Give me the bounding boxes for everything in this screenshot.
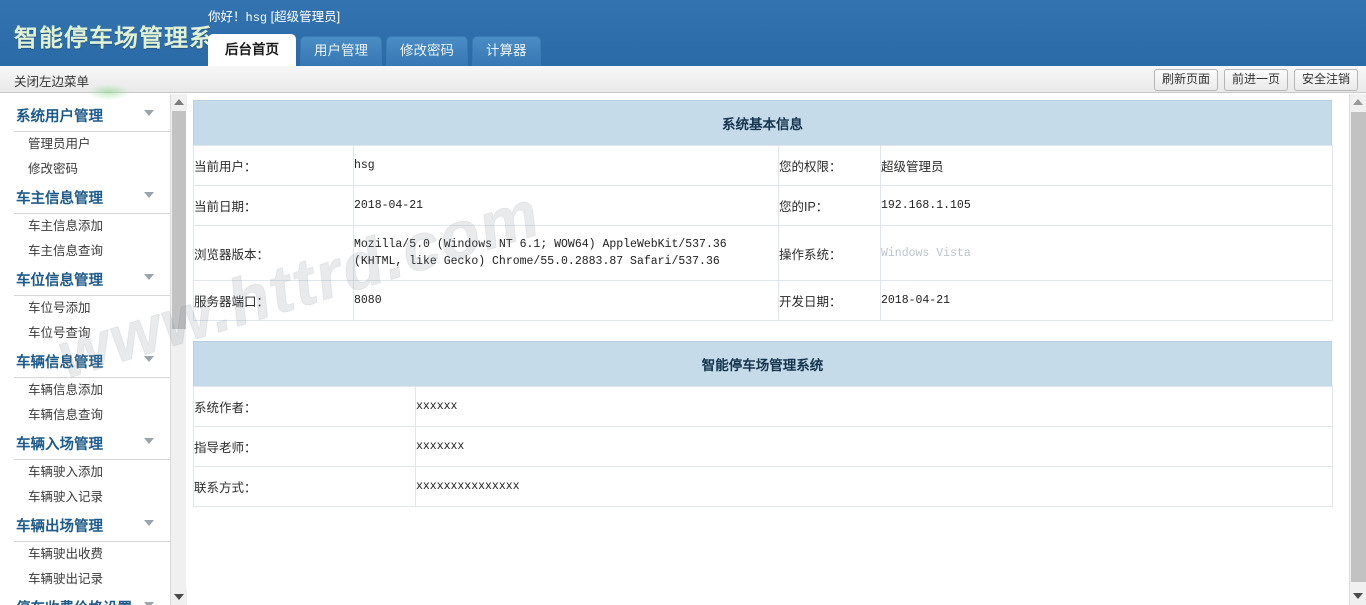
table-row: 当前用户： hsg 您的权限： 超级管理员 xyxy=(193,145,1333,186)
sidebar-item-change-password[interactable]: 修改密码 xyxy=(0,157,186,182)
toggle-sidebar-link[interactable]: 关闭左边菜单 xyxy=(14,71,89,90)
chevron-down-icon xyxy=(144,274,154,280)
app-header: 智能停车场管理系 你好！hsg [超级管理员] 后台首页 用户管理 修改密码 计… xyxy=(0,0,1366,66)
row-label: 系统作者： xyxy=(193,386,416,427)
table-row: 浏览器版本： Mozilla/5.0 (Windows NT 6.1; WOW6… xyxy=(193,225,1333,281)
sidebar-item-exit-record[interactable]: 车辆驶出记录 xyxy=(0,567,186,592)
row-value: 8080 xyxy=(354,294,382,307)
page-scroll-up-arrow[interactable] xyxy=(1350,94,1366,111)
page-scroll-thumb[interactable] xyxy=(1351,112,1366,582)
secondary-toolbar: 关闭左边菜单 刷新页面 前进一页 安全注销 xyxy=(0,66,1366,93)
sidebar-item-admin-user[interactable]: 管理员用户 xyxy=(0,132,186,157)
main-content: 系统基本信息 当前用户： hsg 您的权限： 超级管理员 当前日期： 2018-… xyxy=(187,94,1349,605)
refresh-page-button[interactable]: 刷新页面 xyxy=(1153,69,1218,91)
sidebar-scroll-down-arrow[interactable] xyxy=(171,589,187,605)
greeting-role: [超级管理员] xyxy=(270,10,341,24)
row-value: xxxxxxxxxxxxxxx xyxy=(416,480,520,493)
sidebar-item-vehicle-add[interactable]: 车辆信息添加 xyxy=(0,378,186,403)
chevron-down-icon xyxy=(144,192,154,198)
sidebar-item-exit-charge[interactable]: 车辆驶出收费 xyxy=(0,542,186,567)
row-label: 指导老师： xyxy=(193,426,416,467)
row-label: 您的权限： xyxy=(778,145,881,186)
sidebar-item-owner-query[interactable]: 车主信息查询 xyxy=(0,239,186,264)
sidebar-scroll-up-arrow[interactable] xyxy=(171,94,187,110)
row-label: 操作系统： xyxy=(778,225,881,281)
sidebar-group-label: 车辆信息管理 xyxy=(16,355,103,371)
row-value: 192.168.1.105 xyxy=(881,199,971,212)
tab-change-password[interactable]: 修改密码 xyxy=(386,36,468,66)
panel-system-info: 系统基本信息 当前用户： hsg 您的权限： 超级管理员 当前日期： 2018-… xyxy=(193,100,1333,321)
row-value: 2018-04-21 xyxy=(881,294,951,307)
row-label: 开发日期： xyxy=(778,280,881,321)
chevron-down-icon xyxy=(144,110,154,116)
sidebar-group-price-settings[interactable]: 停车收费价格设置 xyxy=(14,592,172,605)
chevron-down-icon xyxy=(144,438,154,444)
tab-calculator[interactable]: 计算器 xyxy=(472,36,541,66)
sidebar-item-entry-record[interactable]: 车辆驶入记录 xyxy=(0,485,186,510)
triangle-down-icon xyxy=(174,594,184,600)
sidebar-group-label: 车主信息管理 xyxy=(16,191,103,207)
panel-about-system: 智能停车场管理系统 系统作者： xxxxxx 指导老师： xxxxxxx 联系方… xyxy=(193,341,1333,507)
table-row: 指导老师： xxxxxxx xyxy=(193,426,1333,467)
tab-home[interactable]: 后台首页 xyxy=(208,34,296,66)
page-scroll-down-arrow[interactable] xyxy=(1350,588,1366,605)
sidebar-group-exit[interactable]: 车辆出场管理 xyxy=(14,510,172,542)
greeting-username: hsg xyxy=(245,11,268,25)
sidebar-group-label: 系统用户管理 xyxy=(16,109,103,125)
row-value: Windows Vista xyxy=(881,246,971,260)
table-row: 系统作者： xxxxxx xyxy=(193,386,1333,427)
row-value: xxxxxxx xyxy=(416,440,465,453)
row-value: hsg xyxy=(354,159,375,172)
sidebar-item-entry-add[interactable]: 车辆驶入添加 xyxy=(0,460,186,485)
chevron-down-icon xyxy=(144,520,154,526)
triangle-up-icon xyxy=(1353,99,1363,105)
panel-title: 智能停车场管理系统 xyxy=(193,341,1332,386)
greeting-text: 你好！hsg [超级管理员] xyxy=(208,6,340,25)
sidebar-navigation: 系统用户管理 管理员用户 修改密码 车主信息管理 车主信息添加 车主信息查询 车… xyxy=(0,94,186,605)
row-value: xxxxxx xyxy=(416,400,458,413)
sidebar-item-space-add[interactable]: 车位号添加 xyxy=(0,296,186,321)
panel-title: 系统基本信息 xyxy=(193,100,1332,145)
row-label: 您的IP： xyxy=(778,185,881,226)
sidebar-group-entry[interactable]: 车辆入场管理 xyxy=(14,428,172,460)
triangle-down-icon xyxy=(1353,593,1363,599)
sidebar-group-vehicle-info[interactable]: 车辆信息管理 xyxy=(14,346,172,378)
sidebar-group-label: 车辆入场管理 xyxy=(16,437,103,453)
sidebar-scrollbar[interactable] xyxy=(170,94,187,605)
page-title: 智能停车场管理系 xyxy=(14,25,214,52)
about-system-table: 系统作者： xxxxxx 指导老师： xxxxxxx 联系方式： xxxxxxx… xyxy=(193,386,1333,507)
main-tab-bar: 后台首页 用户管理 修改密码 计算器 xyxy=(208,32,541,66)
row-label: 联系方式： xyxy=(193,466,416,507)
system-info-table: 当前用户： hsg 您的权限： 超级管理员 当前日期： 2018-04-21 您… xyxy=(193,145,1333,321)
sidebar-group-label: 停车收费价格设置 xyxy=(16,601,132,605)
tab-user-management[interactable]: 用户管理 xyxy=(300,36,382,66)
row-value: 超级管理员 xyxy=(880,145,1333,186)
table-row: 联系方式： xxxxxxxxxxxxxxx xyxy=(193,466,1333,507)
sidebar-group-label: 车辆出场管理 xyxy=(16,519,103,535)
sidebar-scroll-thumb[interactable] xyxy=(172,111,186,329)
table-row: 当前日期： 2018-04-21 您的IP： 192.168.1.105 xyxy=(193,185,1333,226)
row-value: 2018-04-21 xyxy=(354,199,424,212)
table-row: 服务器端口： 8080 开发日期： 2018-04-21 xyxy=(193,280,1333,321)
triangle-up-icon xyxy=(174,99,184,105)
forward-page-button[interactable]: 前进一页 xyxy=(1223,69,1288,91)
row-label: 当前用户： xyxy=(193,145,354,186)
row-label: 服务器端口： xyxy=(193,280,354,321)
row-value: Mozilla/5.0 (Windows NT 6.1; WOW64) Appl… xyxy=(354,238,727,268)
sidebar-group-system-user[interactable]: 系统用户管理 xyxy=(14,100,172,132)
sidebar-item-space-query[interactable]: 车位号查询 xyxy=(0,321,186,346)
toolbar-button-group: 刷新页面 前进一页 安全注销 xyxy=(1153,69,1358,91)
sidebar-item-owner-add[interactable]: 车主信息添加 xyxy=(0,214,186,239)
sidebar-item-vehicle-query[interactable]: 车辆信息查询 xyxy=(0,403,186,428)
row-label: 当前日期： xyxy=(193,185,354,226)
sidebar-group-label: 车位信息管理 xyxy=(16,273,103,289)
chevron-down-icon xyxy=(144,356,154,362)
greeting-prefix: 你好！ xyxy=(208,10,246,24)
row-label: 浏览器版本： xyxy=(193,225,354,281)
secure-logout-button[interactable]: 安全注销 xyxy=(1293,69,1358,91)
sidebar-group-space-info[interactable]: 车位信息管理 xyxy=(14,264,172,296)
page-scrollbar[interactable] xyxy=(1349,94,1366,605)
sidebar-group-owner-info[interactable]: 车主信息管理 xyxy=(14,182,172,214)
